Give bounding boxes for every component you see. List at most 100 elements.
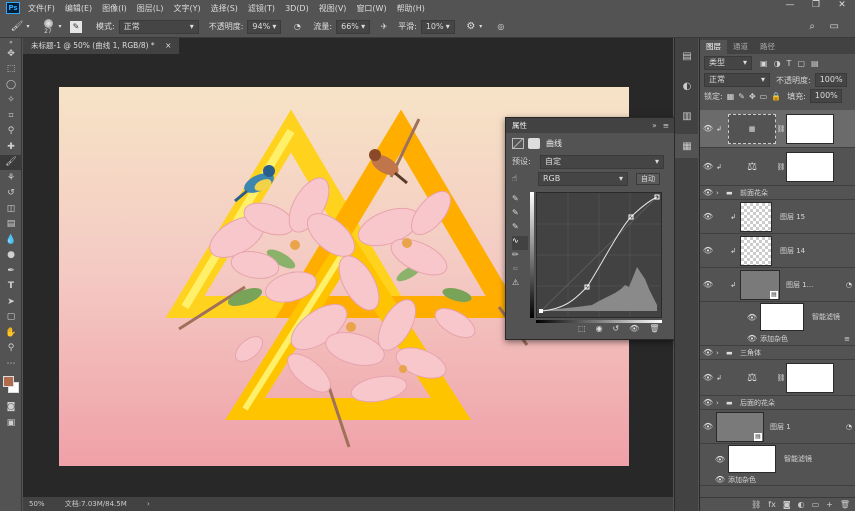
smart-filters-row[interactable]: 👁 智能滤镜 xyxy=(700,444,855,474)
hand-tool-icon[interactable]: ✋ xyxy=(0,325,22,341)
lock-pixels-icon[interactable]: ▦ xyxy=(727,92,735,101)
menu-edit[interactable]: 编辑(E) xyxy=(65,3,92,14)
menu-type[interactable]: 文字(Y) xyxy=(173,3,200,14)
filter-smart-icon[interactable]: ▤ xyxy=(811,59,819,68)
search-icon[interactable]: ⌕ xyxy=(809,21,815,32)
filter-row[interactable]: 👁 添加杂色 ≡ xyxy=(700,332,855,346)
shape-tool-icon[interactable]: ▢ xyxy=(0,310,22,326)
filter-kind-select[interactable]: 类型 ▾ xyxy=(704,56,752,70)
move-tool-icon[interactable]: ✥ xyxy=(0,46,22,62)
clone-stamp-tool-icon[interactable]: ⚘ xyxy=(0,170,22,186)
tab-channels[interactable]: 通道 xyxy=(727,40,754,54)
layer-opacity-input[interactable]: 100% xyxy=(814,73,847,87)
layer-options-icon[interactable]: ◔ xyxy=(846,281,852,289)
view-previous-icon[interactable]: ◉ xyxy=(596,324,603,333)
eye-icon[interactable]: 👁 xyxy=(700,162,716,171)
smart-filter-mask-thumbnail[interactable] xyxy=(728,445,776,473)
layer-row[interactable]: 👁 ↲ 图层 15 xyxy=(700,200,855,234)
pressure-opacity-icon[interactable]: ◔ xyxy=(291,22,303,31)
layer-row[interactable]: 👁 ↲ ⚖ ⛓ xyxy=(700,148,855,186)
mask-icon[interactable] xyxy=(528,137,540,149)
layer-mask-thumbnail[interactable] xyxy=(786,151,834,182)
curves-graph[interactable] xyxy=(536,192,662,318)
mode-select[interactable]: 正常 ▾ xyxy=(118,19,199,34)
brush-tool-icon[interactable]: 🖌 xyxy=(10,21,24,32)
reset-icon[interactable]: ↺ xyxy=(613,324,620,333)
history-brush-tool-icon[interactable]: ↺ xyxy=(0,186,22,202)
menu-help[interactable]: 帮助(H) xyxy=(397,3,425,14)
eye-icon[interactable]: 👁 xyxy=(744,334,760,343)
brush-preset-picker[interactable]: 27 xyxy=(40,18,56,35)
libraries-panel-icon[interactable]: ▥ xyxy=(675,104,699,128)
chevron-down-icon[interactable]: ▾ xyxy=(56,23,64,30)
curve-point-tool-icon[interactable]: ∿ xyxy=(512,236,528,250)
layer-group-row[interactable]: 👁 › ▬ 三角体 xyxy=(700,346,855,360)
crop-tool-icon[interactable]: ⌗ xyxy=(0,108,22,124)
lock-artboard-icon[interactable]: ▭ xyxy=(760,92,768,101)
path-select-tool-icon[interactable]: ➤ xyxy=(0,294,22,310)
quick-select-tool-icon[interactable]: ✧ xyxy=(0,93,22,109)
flow-input[interactable]: 66% ▾ xyxy=(336,19,371,34)
trash-icon[interactable]: 🗑 xyxy=(840,500,850,509)
lasso-tool-icon[interactable]: ◯ xyxy=(0,77,22,93)
filter-shape-icon[interactable]: ▢ xyxy=(797,59,805,68)
maximize-button[interactable]: ❐ xyxy=(803,0,829,10)
layer-row[interactable]: 👁 ▤ 图层 1 ◔ xyxy=(700,410,855,444)
workspace-icon[interactable]: ▭ xyxy=(830,21,839,32)
blend-mode-select[interactable]: 正常 ▾ xyxy=(704,73,770,87)
new-layer-icon[interactable]: + xyxy=(826,500,833,509)
menu-select[interactable]: 选择(S) xyxy=(211,3,238,14)
eye-icon[interactable]: 👁 xyxy=(700,188,716,197)
pressure-size-icon[interactable]: ◎ xyxy=(495,22,507,31)
chevron-down-icon[interactable]: ▾ xyxy=(24,23,32,30)
menu-window[interactable]: 窗口(W) xyxy=(356,3,386,14)
new-adjustment-icon[interactable]: ◐ xyxy=(798,500,805,509)
eye-icon[interactable]: 👁 xyxy=(700,212,716,221)
eye-icon[interactable]: 👁 xyxy=(700,373,716,382)
smart-filters-row[interactable]: 👁 智能滤镜 xyxy=(700,302,855,332)
properties-header[interactable]: 属性 » ≡ xyxy=(506,118,674,133)
minimize-button[interactable]: — xyxy=(777,0,803,10)
layer-row[interactable]: 👁 ↲ ▦ ⛓ xyxy=(700,110,855,148)
layer-style-icon[interactable]: fx xyxy=(768,500,776,509)
color-swatches[interactable] xyxy=(0,372,22,400)
layer-mask-thumbnail[interactable] xyxy=(786,113,834,144)
filter-type-icon[interactable]: T xyxy=(787,59,792,68)
tab-paths[interactable]: 路径 xyxy=(754,40,781,54)
airbrush-icon[interactable]: ✈ xyxy=(378,22,390,31)
eye-icon[interactable]: 👁 xyxy=(700,422,716,431)
smoothing-input[interactable]: 10% ▾ xyxy=(420,19,455,34)
blur-tool-icon[interactable]: 💧 xyxy=(0,232,22,248)
link-layers-icon[interactable]: ⛓ xyxy=(751,500,761,509)
pencil-icon[interactable]: ✏ xyxy=(512,250,528,264)
close-button[interactable]: ✕ xyxy=(829,0,855,10)
curves-adjustment-icon[interactable] xyxy=(512,137,524,149)
zoom-level[interactable]: 50% xyxy=(29,500,45,508)
menu-view[interactable]: 视图(V) xyxy=(319,3,347,14)
screen-mode-icon[interactable]: ▣ xyxy=(0,415,22,431)
add-mask-icon[interactable]: ◙ xyxy=(783,500,791,509)
layer-row[interactable]: 👁 ↲ ▤ 图层 1... ◔ xyxy=(700,268,855,302)
expand-arrow-icon[interactable]: › xyxy=(716,349,726,357)
eye-icon[interactable]: 👁 xyxy=(700,348,716,357)
clip-to-layer-icon[interactable]: ⬚ xyxy=(578,324,586,333)
eraser-tool-icon[interactable]: ◫ xyxy=(0,201,22,217)
lock-move-icon[interactable]: ✥ xyxy=(749,92,756,101)
more-tools-icon[interactable]: ⋯ xyxy=(0,356,22,372)
eye-icon[interactable]: 👁 xyxy=(700,280,716,289)
lock-brush-icon[interactable]: ✎ xyxy=(738,92,745,101)
foreground-color-swatch[interactable] xyxy=(3,375,14,387)
smooth-curve-icon[interactable]: ≈ xyxy=(512,264,528,278)
eyedropper-white-icon[interactable]: ✎ xyxy=(512,222,528,236)
visibility-icon[interactable]: 👁 xyxy=(629,324,639,333)
menu-image[interactable]: 图像(I) xyxy=(102,3,127,14)
marquee-tool-icon[interactable]: ⬚ xyxy=(0,62,22,78)
menu-layer[interactable]: 图层(L) xyxy=(137,3,164,14)
eye-icon[interactable]: 👁 xyxy=(700,124,716,133)
menu-file[interactable]: 文件(F) xyxy=(28,3,55,14)
tab-layers[interactable]: 图层 xyxy=(700,40,727,54)
layer-group-row[interactable]: 👁 › ▬ 前面花朵 xyxy=(700,186,855,200)
healing-tool-icon[interactable]: ✚ xyxy=(0,139,22,155)
eye-icon[interactable]: 👁 xyxy=(712,455,728,464)
smart-object-thumbnail[interactable]: ▤ xyxy=(740,269,780,300)
